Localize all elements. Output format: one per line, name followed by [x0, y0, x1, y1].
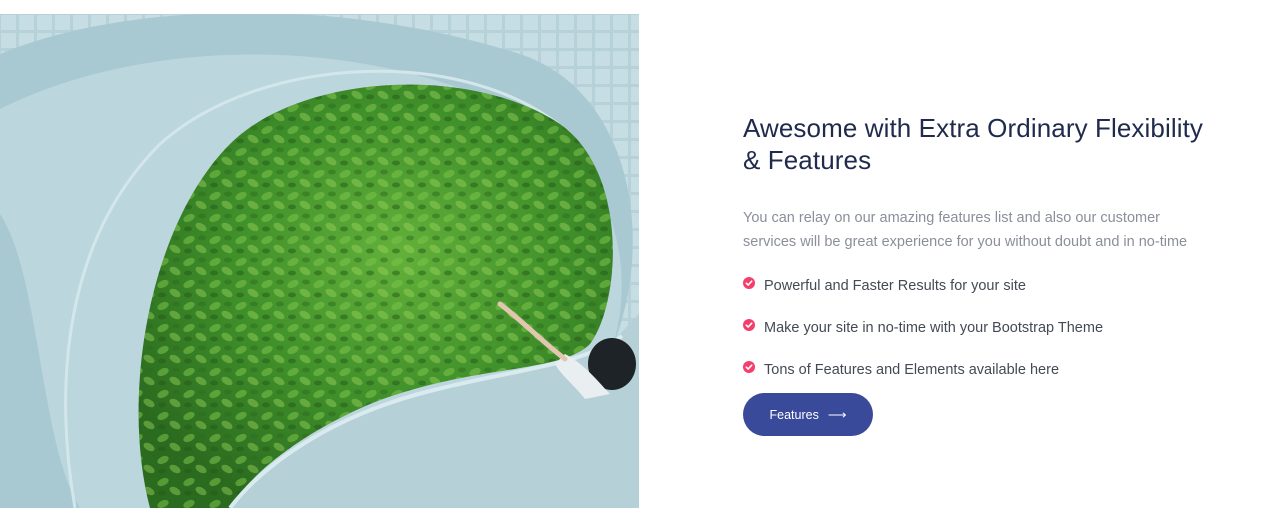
feature-list: Powerful and Faster Results for your sit…	[743, 277, 1213, 403]
feature-item: Make your site in no-time with your Boot…	[743, 319, 1213, 361]
feature-label: Powerful and Faster Results for your sit…	[764, 278, 1026, 294]
section-title: Awesome with Extra Ordinary Flexibility …	[743, 113, 1204, 175]
arrow-right-icon: ⟶	[827, 407, 847, 422]
feature-label: Tons of Features and Elements available …	[764, 362, 1060, 378]
spiral-staircase-plants-illustration	[0, 14, 639, 508]
hero-image	[0, 14, 639, 508]
features-button[interactable]: Features ⟶	[743, 393, 873, 436]
feature-label: Make your site in no-time with your Boot…	[764, 320, 1104, 336]
features-section: Awesome with Extra Ordinary Flexibility …	[743, 112, 1213, 436]
check-circle-icon	[743, 319, 755, 331]
feature-item: Powerful and Faster Results for your sit…	[743, 277, 1213, 319]
features-button-label: Features	[769, 407, 819, 422]
check-circle-icon	[743, 361, 755, 373]
check-circle-icon	[743, 277, 755, 289]
section-description: You can relay on our amazing features li…	[743, 210, 1188, 250]
